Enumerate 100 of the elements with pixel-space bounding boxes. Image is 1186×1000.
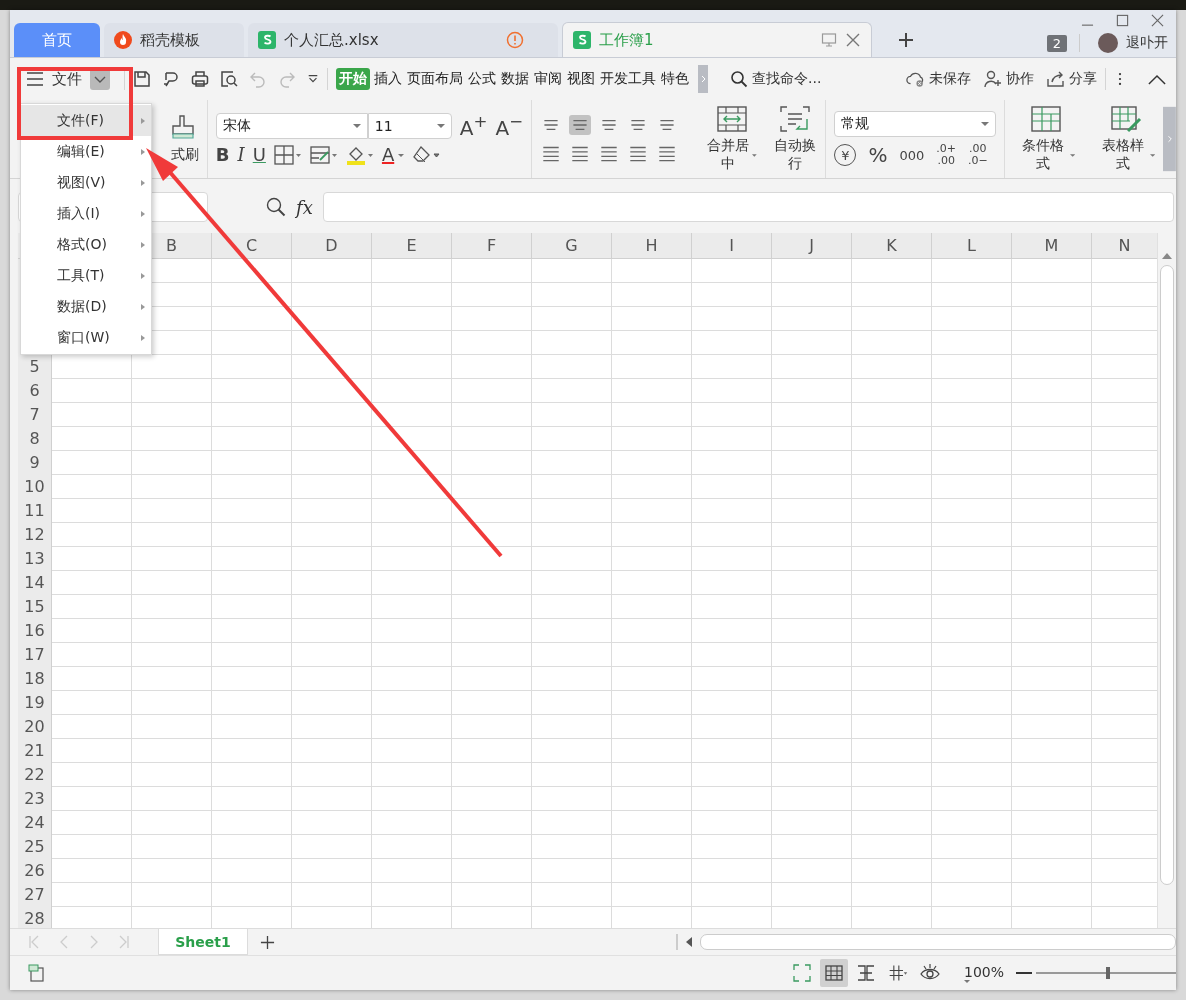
zoom-level-dropdown[interactable]: 100% bbox=[963, 963, 1004, 983]
save-icon[interactable] bbox=[133, 70, 151, 88]
conditional-format-button[interactable]: 条件格式 bbox=[1017, 105, 1076, 173]
horizontal-scrollbar-thumb[interactable] bbox=[700, 934, 1176, 950]
monitor-icon[interactable] bbox=[821, 32, 837, 48]
row-header[interactable]: 13 bbox=[18, 547, 51, 571]
row-header[interactable]: 9 bbox=[18, 451, 51, 475]
toolbar-action[interactable]: 未保存 bbox=[906, 70, 971, 88]
print-icon[interactable] bbox=[191, 70, 209, 88]
wrap-text-button[interactable]: 自动换行 bbox=[773, 105, 818, 173]
document-tab[interactable]: 稻壳模板 bbox=[104, 23, 244, 57]
toolbar-action[interactable]: 分享 bbox=[1046, 70, 1097, 88]
row-header[interactable]: 8 bbox=[18, 427, 51, 451]
print-preview-icon[interactable] bbox=[220, 70, 238, 88]
row-header[interactable]: 14 bbox=[18, 571, 51, 595]
zoom-out-icon[interactable] bbox=[1016, 971, 1032, 975]
row-header[interactable]: 5 bbox=[18, 355, 51, 379]
column-header[interactable]: K bbox=[852, 233, 932, 258]
row-header[interactable]: 19 bbox=[18, 691, 51, 715]
decrease-font-button[interactable]: A$^{−}$ bbox=[495, 114, 524, 138]
add-sheet-icon[interactable] bbox=[260, 934, 275, 950]
row-header[interactable]: 21 bbox=[18, 739, 51, 763]
merge-center-button[interactable]: 合并居中 bbox=[706, 105, 757, 173]
bold-button[interactable]: B bbox=[215, 146, 230, 164]
decimal-places-button[interactable]: .00 .0− bbox=[968, 142, 988, 168]
row-header[interactable]: 10 bbox=[18, 475, 51, 499]
row-header[interactable]: 25 bbox=[18, 835, 51, 859]
column-header[interactable]: I bbox=[692, 233, 772, 258]
column-header[interactable]: C bbox=[212, 233, 292, 258]
menu-item[interactable]: 插入(I) bbox=[21, 198, 151, 229]
maximize-icon[interactable] bbox=[1116, 14, 1129, 27]
row-header[interactable]: 16 bbox=[18, 619, 51, 643]
percent-button[interactable]: % bbox=[868, 145, 888, 165]
borders-icon[interactable] bbox=[273, 145, 302, 165]
row-header[interactable]: 18 bbox=[18, 667, 51, 691]
close-icon[interactable] bbox=[845, 32, 861, 48]
menu-item[interactable]: 文件(F) bbox=[21, 105, 151, 136]
eraser-icon[interactable] bbox=[412, 145, 441, 165]
row-header[interactable]: 28 bbox=[18, 907, 51, 928]
column-header[interactable]: F bbox=[452, 233, 532, 258]
formula-input[interactable] bbox=[322, 192, 1174, 222]
font-size-dropdown[interactable]: 11 bbox=[367, 113, 452, 139]
fill-color-icon[interactable] bbox=[345, 145, 374, 165]
column-header[interactable]: L bbox=[932, 233, 1012, 258]
row-header[interactable]: 12 bbox=[18, 523, 51, 547]
collapse-icon[interactable] bbox=[1148, 73, 1166, 85]
row-header[interactable]: 23 bbox=[18, 787, 51, 811]
menu-item[interactable]: 视图(V) bbox=[21, 167, 151, 198]
cell-style-icon[interactable] bbox=[309, 145, 338, 165]
scrollbar-thumb[interactable] bbox=[1160, 265, 1174, 885]
file-menu-button[interactable]: 文件 bbox=[20, 64, 116, 94]
scroll-up-icon[interactable] bbox=[1162, 253, 1172, 259]
new-tab-icon[interactable] bbox=[898, 32, 914, 48]
row-header[interactable]: 15 bbox=[18, 595, 51, 619]
menu-item[interactable]: 窗口(W) bbox=[21, 322, 151, 353]
function-button[interactable]: fx bbox=[296, 196, 313, 218]
row-header[interactable]: 11 bbox=[18, 499, 51, 523]
menu-item[interactable]: 编辑(E) bbox=[21, 136, 151, 167]
row-header[interactable]: 26 bbox=[18, 859, 51, 883]
font-name-dropdown[interactable]: 宋体 bbox=[215, 113, 368, 139]
format-painter-button[interactable]: 式刷 bbox=[166, 114, 199, 164]
close-icon[interactable] bbox=[1151, 14, 1164, 27]
font-color-button[interactable]: A bbox=[381, 146, 405, 164]
increase-font-button[interactable]: A$^{+}$ bbox=[459, 114, 488, 138]
row-header[interactable]: 22 bbox=[18, 763, 51, 787]
column-header[interactable]: H bbox=[612, 233, 692, 258]
number-format-dropdown[interactable]: 常规 bbox=[834, 110, 997, 137]
menu-item[interactable]: 工具(T) bbox=[21, 260, 151, 291]
column-header[interactable]: J bbox=[772, 233, 852, 258]
row-header[interactable]: 27 bbox=[18, 883, 51, 907]
column-header[interactable]: N bbox=[1092, 233, 1157, 258]
normal-view-icon[interactable] bbox=[819, 959, 848, 987]
italic-button[interactable]: I bbox=[237, 146, 245, 164]
table-style-button[interactable]: 表格样式 bbox=[1097, 105, 1156, 173]
column-header[interactable]: D bbox=[292, 233, 372, 258]
menu-item[interactable]: 数据(D) bbox=[21, 291, 151, 322]
column-header[interactable]: M bbox=[1012, 233, 1092, 258]
decimal-places-button[interactable]: .0+ .00 bbox=[936, 142, 956, 168]
document-tab[interactable]: 个人汇总.xlsx bbox=[248, 23, 558, 57]
avatar[interactable] bbox=[1098, 33, 1118, 53]
scroll-left-icon[interactable] bbox=[686, 937, 692, 947]
command-search[interactable]: 查找命令... bbox=[730, 70, 822, 88]
zoom-slider-thumb[interactable] bbox=[1106, 967, 1110, 979]
user-name[interactable]: 退卟开 bbox=[1126, 34, 1168, 52]
export-icon[interactable] bbox=[162, 70, 180, 88]
column-header[interactable]: E bbox=[372, 233, 452, 258]
ribbon-tab[interactable]: 数据 bbox=[500, 68, 530, 90]
ribbon-tab[interactable]: 插入 bbox=[373, 68, 403, 90]
ribbon-tab[interactable]: 公式 bbox=[467, 68, 497, 90]
ribbon-tab[interactable]: 页面布局 bbox=[406, 68, 464, 90]
row-header[interactable]: 24 bbox=[18, 811, 51, 835]
window-count-badge[interactable]: 2 bbox=[1046, 34, 1067, 52]
row-header[interactable]: 17 bbox=[18, 643, 51, 667]
ribbon-tab[interactable]: 审阅 bbox=[533, 68, 563, 90]
row-header[interactable]: 20 bbox=[18, 715, 51, 739]
underline-button[interactable]: U bbox=[252, 146, 266, 164]
zoom-formula-icon[interactable] bbox=[266, 197, 286, 217]
row-header[interactable]: 7 bbox=[18, 403, 51, 427]
ribbon-tab[interactable]: 视图 bbox=[566, 68, 596, 90]
row-header[interactable]: 6 bbox=[18, 379, 51, 403]
